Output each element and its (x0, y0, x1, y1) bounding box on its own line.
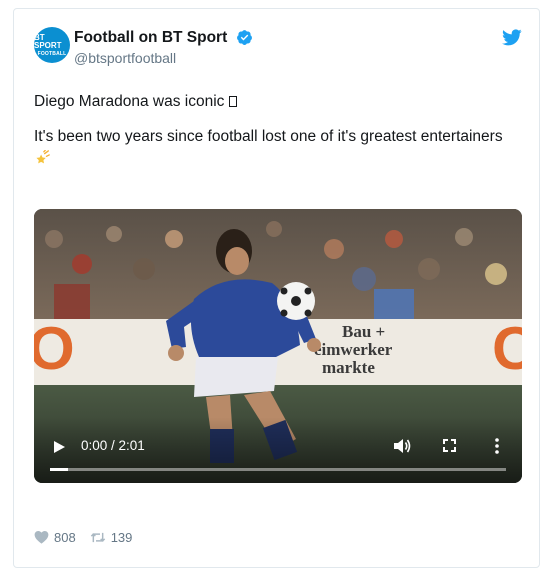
account-handle[interactable]: @btsportfootball (74, 50, 176, 66)
retweet-icon (90, 532, 105, 542)
more-options-icon[interactable] (494, 437, 500, 455)
tweet-text-2: It's been two years since football lost … (34, 128, 503, 145)
video-player[interactable]: O O Bau + eimwerker markte 0:00 / 2:01 (34, 209, 522, 483)
tweet-text-line-1: Diego Maradona was iconic (34, 93, 238, 111)
tweet-actions: 808 139 (34, 528, 146, 546)
tweet-card: BT SPORT FOOTBALL Football on BT Sport @… (13, 8, 540, 568)
play-icon[interactable] (52, 440, 66, 454)
heart-icon (34, 531, 49, 544)
banner-text-3: markte (322, 358, 375, 377)
display-name[interactable]: Football on BT Sport (74, 29, 227, 47)
video-progress-bar[interactable] (50, 468, 506, 471)
twitter-bird-icon[interactable] (502, 29, 522, 46)
banner-fragment-left: O (34, 315, 75, 382)
video-progress-fill (50, 468, 69, 471)
verified-badge-icon (237, 30, 252, 45)
like-button[interactable]: 808 (34, 530, 76, 545)
fullscreen-icon[interactable] (443, 439, 456, 452)
like-count: 808 (54, 529, 76, 545)
retweet-button[interactable]: 139 (90, 529, 133, 545)
banner-fragment-right: O (492, 315, 522, 382)
avatar[interactable]: BT SPORT FOOTBALL (34, 27, 70, 63)
retweet-count: 139 (110, 529, 133, 545)
football (277, 282, 315, 320)
shooting-star-icon (36, 150, 50, 164)
missing-glyph-icon (229, 96, 238, 107)
avatar-text-top: BT SPORT (34, 32, 62, 50)
volume-icon[interactable] (393, 438, 411, 454)
banner-text-1: Bau + (342, 322, 385, 341)
avatar-text-bottom: FOOTBALL (37, 50, 67, 57)
time-display: 0:00 / 2:01 (81, 438, 145, 453)
video-controls: 0:00 / 2:01 (34, 417, 522, 483)
tweet-text-1: Diego Maradona was iconic (34, 93, 225, 110)
banner-text-2: eimwerker (314, 340, 393, 359)
